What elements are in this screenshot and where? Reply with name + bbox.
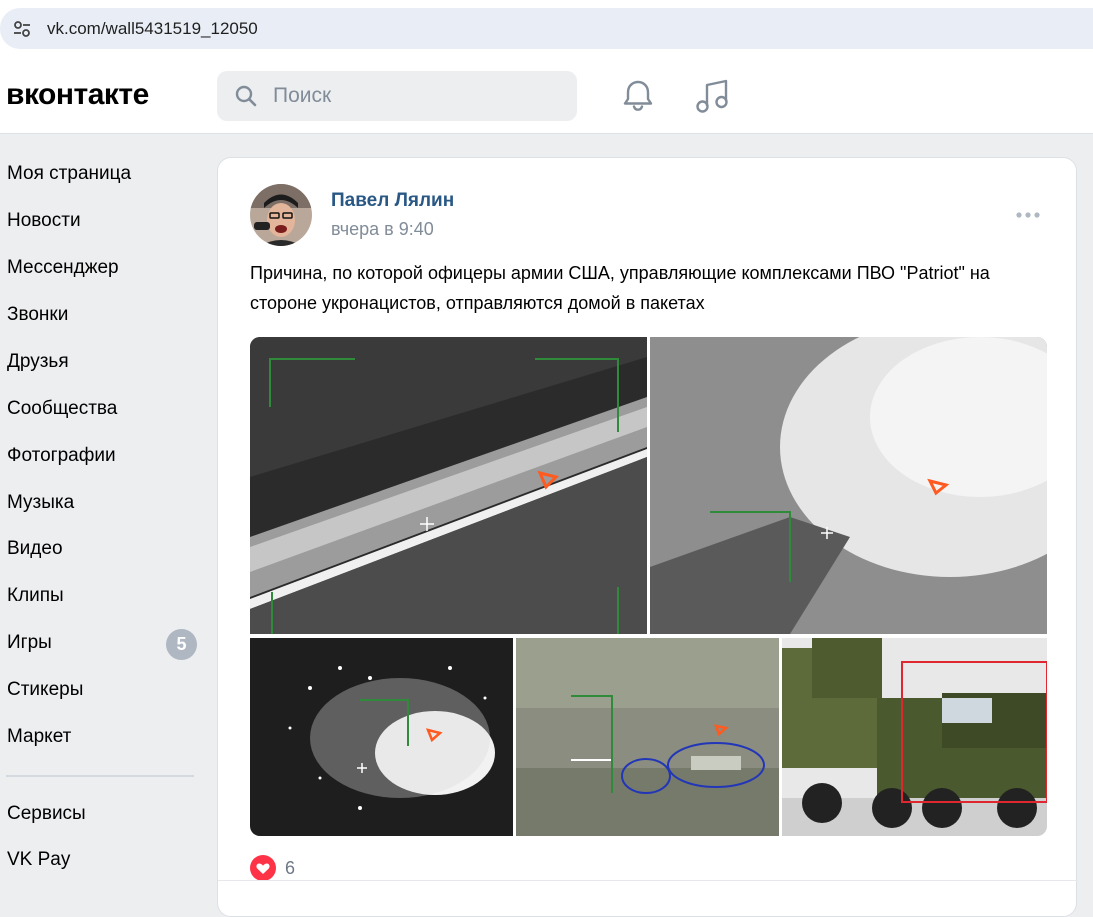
sidebar-item-video[interactable]: Видео <box>7 534 197 564</box>
post-timestamp[interactable]: вчера в 9:40 <box>331 216 434 242</box>
music-icon[interactable] <box>694 77 730 115</box>
sidebar-item-stickers[interactable]: Стикеры <box>7 675 197 705</box>
like-reaction[interactable]: 6 <box>250 854 295 882</box>
sidebar-item-messenger[interactable]: Мессенджер <box>7 253 197 283</box>
url-field[interactable]: vk.com/wall5431519_12050 <box>0 8 1093 49</box>
post-actions-divider <box>218 880 1078 881</box>
search-box[interactable] <box>217 71 577 121</box>
site-header: вконтакте <box>0 57 1093 134</box>
games-count-badge: 5 <box>166 629 197 660</box>
author-avatar[interactable] <box>250 184 312 246</box>
post-photo-3[interactable] <box>250 638 513 836</box>
post-photo-2[interactable] <box>650 337 1047 634</box>
sidebar-item-vk-pay[interactable]: VK Pay <box>7 845 197 875</box>
sidebar-item-services[interactable]: Сервисы <box>7 799 197 829</box>
search-icon <box>235 85 257 107</box>
sidebar-item-calls[interactable]: Звонки <box>7 300 197 330</box>
browser-address-bar: vk.com/wall5431519_12050 <box>0 0 1093 57</box>
sidebar-item-communities[interactable]: Сообщества <box>7 394 197 424</box>
sidebar-item-my-page[interactable]: Моя страница <box>7 159 197 189</box>
vk-logo[interactable]: вконтакте <box>6 75 149 115</box>
sidebar-item-market[interactable]: Маркет <box>7 722 197 752</box>
search-input[interactable] <box>273 81 563 111</box>
post-photo-4[interactable] <box>516 638 779 836</box>
post-photo-5[interactable] <box>782 638 1047 836</box>
sidebar-item-friends[interactable]: Друзья <box>7 347 197 377</box>
sidebar-item-photos[interactable]: Фотографии <box>7 441 197 471</box>
post-author-link[interactable]: Павел Лялин <box>331 188 454 214</box>
post-text: Причина, по которой офицеры армии США, у… <box>250 263 990 313</box>
sidebar-divider <box>6 775 194 777</box>
sidebar-item-clips[interactable]: Клипы <box>7 581 197 611</box>
bell-icon[interactable] <box>620 78 656 114</box>
more-options-icon[interactable] <box>1014 207 1044 223</box>
post-photo-1[interactable] <box>250 337 647 634</box>
sidebar-item-news[interactable]: Новости <box>7 206 197 236</box>
sidebar-item-music[interactable]: Музыка <box>7 488 197 518</box>
heart-icon <box>250 855 276 881</box>
url-text: vk.com/wall5431519_12050 <box>47 19 258 38</box>
site-settings-icon[interactable] <box>12 19 32 39</box>
likes-count: 6 <box>285 857 296 878</box>
wall-post: Павел Лялин вчера в 9:40 Причина, по кот… <box>217 157 1078 917</box>
